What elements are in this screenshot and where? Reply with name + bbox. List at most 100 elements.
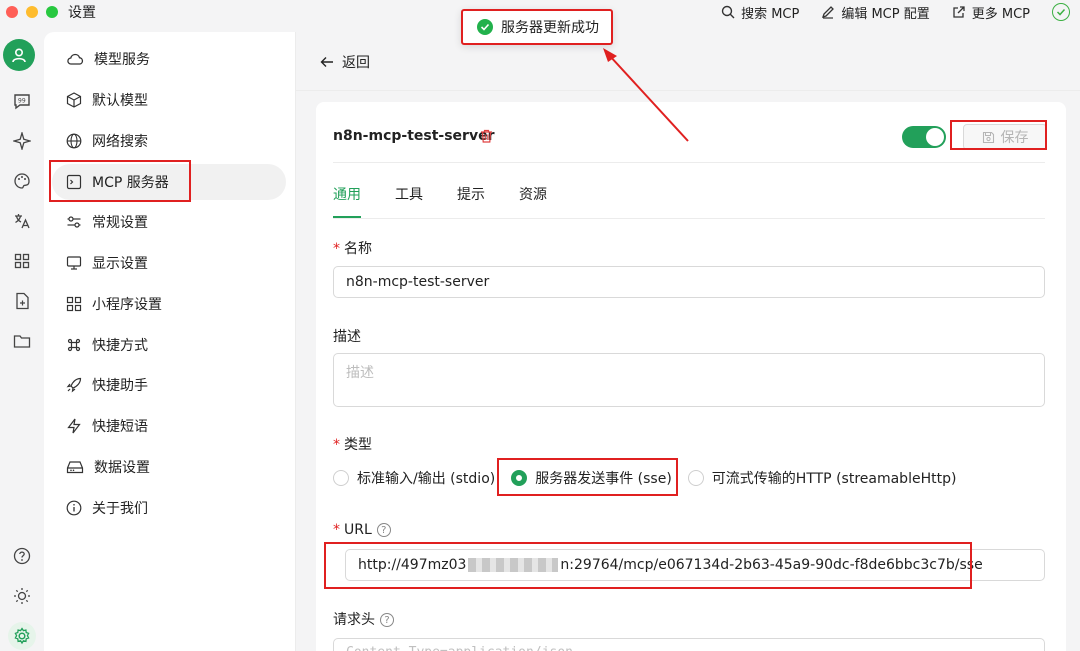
nav-item-shortcuts[interactable]: 快捷方式 bbox=[52, 327, 286, 363]
nav-item-display-settings[interactable]: 显示设置 bbox=[52, 245, 286, 281]
tab-general[interactable]: 通用 bbox=[333, 184, 361, 218]
nav-item-label: 显示设置 bbox=[92, 256, 148, 272]
window-controls bbox=[6, 6, 58, 18]
help-icon[interactable]: ? bbox=[380, 613, 394, 627]
help-icon bbox=[13, 547, 31, 565]
name-field-label: * 名称 bbox=[333, 241, 372, 257]
nav-item-label: MCP 服务器 bbox=[92, 175, 169, 191]
nav-item-general-settings[interactable]: 常规设置 bbox=[52, 204, 286, 240]
type-field-label: * 类型 bbox=[333, 437, 372, 453]
nav-item-about-us[interactable]: 关于我们 bbox=[52, 490, 286, 526]
type-option-label: 服务器发送事件 (sse) bbox=[535, 471, 672, 487]
rail-settings[interactable] bbox=[8, 622, 36, 650]
trash-icon bbox=[481, 129, 492, 143]
tab-resources[interactable]: 资源 bbox=[519, 184, 547, 218]
rail-translate[interactable] bbox=[8, 207, 36, 235]
success-check-icon bbox=[477, 19, 493, 35]
rocket-icon bbox=[66, 377, 82, 393]
nav-item-model-services[interactable]: 模型服务 bbox=[52, 41, 286, 77]
header-divider bbox=[296, 90, 1080, 91]
nav-item-label: 模型服务 bbox=[94, 52, 150, 68]
title-actions: 搜索 MCP 编辑 MCP 配置 更多 MCP bbox=[721, 0, 1070, 24]
type-option-stdio[interactable]: 标准输入/输出 (stdio) bbox=[333, 468, 495, 488]
toast-text: 服务器更新成功 bbox=[501, 20, 599, 36]
edit-icon bbox=[822, 6, 835, 19]
folder-icon bbox=[13, 335, 31, 348]
window-title: 设置 bbox=[68, 5, 96, 21]
rail-apps[interactable] bbox=[8, 247, 36, 275]
help-icon[interactable]: ? bbox=[376, 523, 391, 537]
description-field-label: 描述 bbox=[333, 329, 361, 345]
back-label: 返回 bbox=[342, 55, 370, 71]
url-field-label: * URL? bbox=[333, 522, 391, 538]
grid-icon bbox=[66, 296, 82, 312]
nav-item-default-model[interactable]: 默认模型 bbox=[52, 82, 286, 118]
rail-folder[interactable] bbox=[8, 327, 36, 355]
nav-item-web-search[interactable]: 网络搜索 bbox=[52, 123, 286, 159]
search-icon bbox=[721, 5, 735, 19]
arrow-left-icon bbox=[320, 57, 333, 67]
delete-server-button[interactable] bbox=[480, 129, 493, 147]
sun-icon bbox=[14, 588, 30, 604]
headers-textarea[interactable]: Content-Type=application/json bbox=[333, 638, 1045, 651]
rail-theme[interactable] bbox=[8, 582, 36, 610]
card-divider bbox=[333, 162, 1045, 163]
nav-item-label: 快捷助手 bbox=[92, 378, 148, 394]
url-prefix: http://497mz03 bbox=[358, 557, 467, 573]
status-check-icon[interactable] bbox=[1052, 3, 1070, 21]
type-radio-group: 标准输入/输出 (stdio) 服务器发送事件 (sse) 可流式传输的HTTP… bbox=[333, 468, 972, 488]
name-input[interactable]: n8n-mcp-test-server bbox=[333, 266, 1045, 298]
user-icon bbox=[12, 48, 26, 63]
close-window-button[interactable] bbox=[6, 6, 18, 18]
rail-assistant[interactable] bbox=[8, 127, 36, 155]
hard-drive-icon bbox=[66, 461, 84, 474]
back-button[interactable]: 返回 bbox=[320, 52, 370, 72]
server-enabled-toggle[interactable] bbox=[902, 126, 946, 148]
zoom-window-button[interactable] bbox=[46, 6, 58, 18]
gear-icon bbox=[14, 627, 30, 645]
rail-files[interactable] bbox=[8, 287, 36, 315]
nav-item-label: 小程序设置 bbox=[92, 297, 162, 313]
sparkle-icon bbox=[13, 132, 31, 150]
type-option-sse[interactable]: 服务器发送事件 (sse) bbox=[511, 468, 672, 488]
description-textarea[interactable]: 描述 bbox=[333, 353, 1045, 407]
nav-item-quick-phrases[interactable]: 快捷短语 bbox=[52, 408, 286, 444]
edit-mcp-config-button[interactable]: 编辑 MCP 配置 bbox=[821, 3, 930, 22]
rail-chat[interactable]: 99 bbox=[8, 87, 36, 115]
minimize-window-button[interactable] bbox=[26, 6, 38, 18]
settings-nav: 模型服务 默认模型 网络搜索 MCP 服务器 常规设置 显示设置 小程序设置 快… bbox=[44, 32, 296, 651]
nav-item-quick-assistant[interactable]: 快捷助手 bbox=[52, 367, 286, 403]
save-button[interactable]: 保存 bbox=[963, 124, 1047, 150]
main-panel: 返回 n8n-mcp-test-server 保存 通用 工具 提示 资源 * 名… bbox=[296, 32, 1080, 651]
file-icon bbox=[16, 292, 29, 310]
chat-icon: 99 bbox=[14, 94, 30, 110]
server-config-card: n8n-mcp-test-server 保存 通用 工具 提示 资源 * 名称 n… bbox=[316, 102, 1066, 651]
rail-paint[interactable] bbox=[8, 167, 36, 195]
nav-item-mcp-servers[interactable]: MCP 服务器 bbox=[52, 164, 286, 200]
external-link-icon bbox=[953, 6, 965, 18]
more-mcp-button[interactable]: 更多 MCP bbox=[952, 3, 1030, 22]
url-input[interactable]: http://497mz03 n:29764/mcp/e067134d-2b63-… bbox=[345, 549, 1045, 581]
search-mcp-button[interactable]: 搜索 MCP bbox=[721, 3, 799, 22]
svg-text:99: 99 bbox=[18, 98, 26, 105]
terminal-icon bbox=[66, 174, 82, 190]
type-option-streamable-http[interactable]: 可流式传输的HTTP (streamableHttp) bbox=[687, 468, 956, 488]
nav-item-label: 默认模型 bbox=[92, 93, 148, 109]
nav-item-data-settings[interactable]: 数据设置 bbox=[52, 449, 286, 485]
search-mcp-label: 搜索 MCP bbox=[741, 6, 800, 22]
success-toast: 服务器更新成功 bbox=[461, 9, 613, 45]
cube-icon bbox=[66, 92, 82, 108]
avatar[interactable] bbox=[3, 39, 35, 71]
sliders-icon bbox=[67, 216, 81, 228]
globe-icon bbox=[66, 133, 82, 149]
info-icon bbox=[66, 500, 82, 516]
tab-prompts[interactable]: 提示 bbox=[457, 184, 485, 218]
cloud-icon bbox=[67, 53, 84, 65]
server-name-title: n8n-mcp-test-server bbox=[333, 128, 495, 144]
monitor-icon bbox=[66, 256, 82, 270]
icon-rail: 99 bbox=[0, 24, 44, 651]
rail-help[interactable] bbox=[8, 542, 36, 570]
nav-item-label: 数据设置 bbox=[94, 460, 150, 476]
nav-item-miniapp-settings[interactable]: 小程序设置 bbox=[52, 286, 286, 322]
tab-tools[interactable]: 工具 bbox=[395, 184, 423, 218]
